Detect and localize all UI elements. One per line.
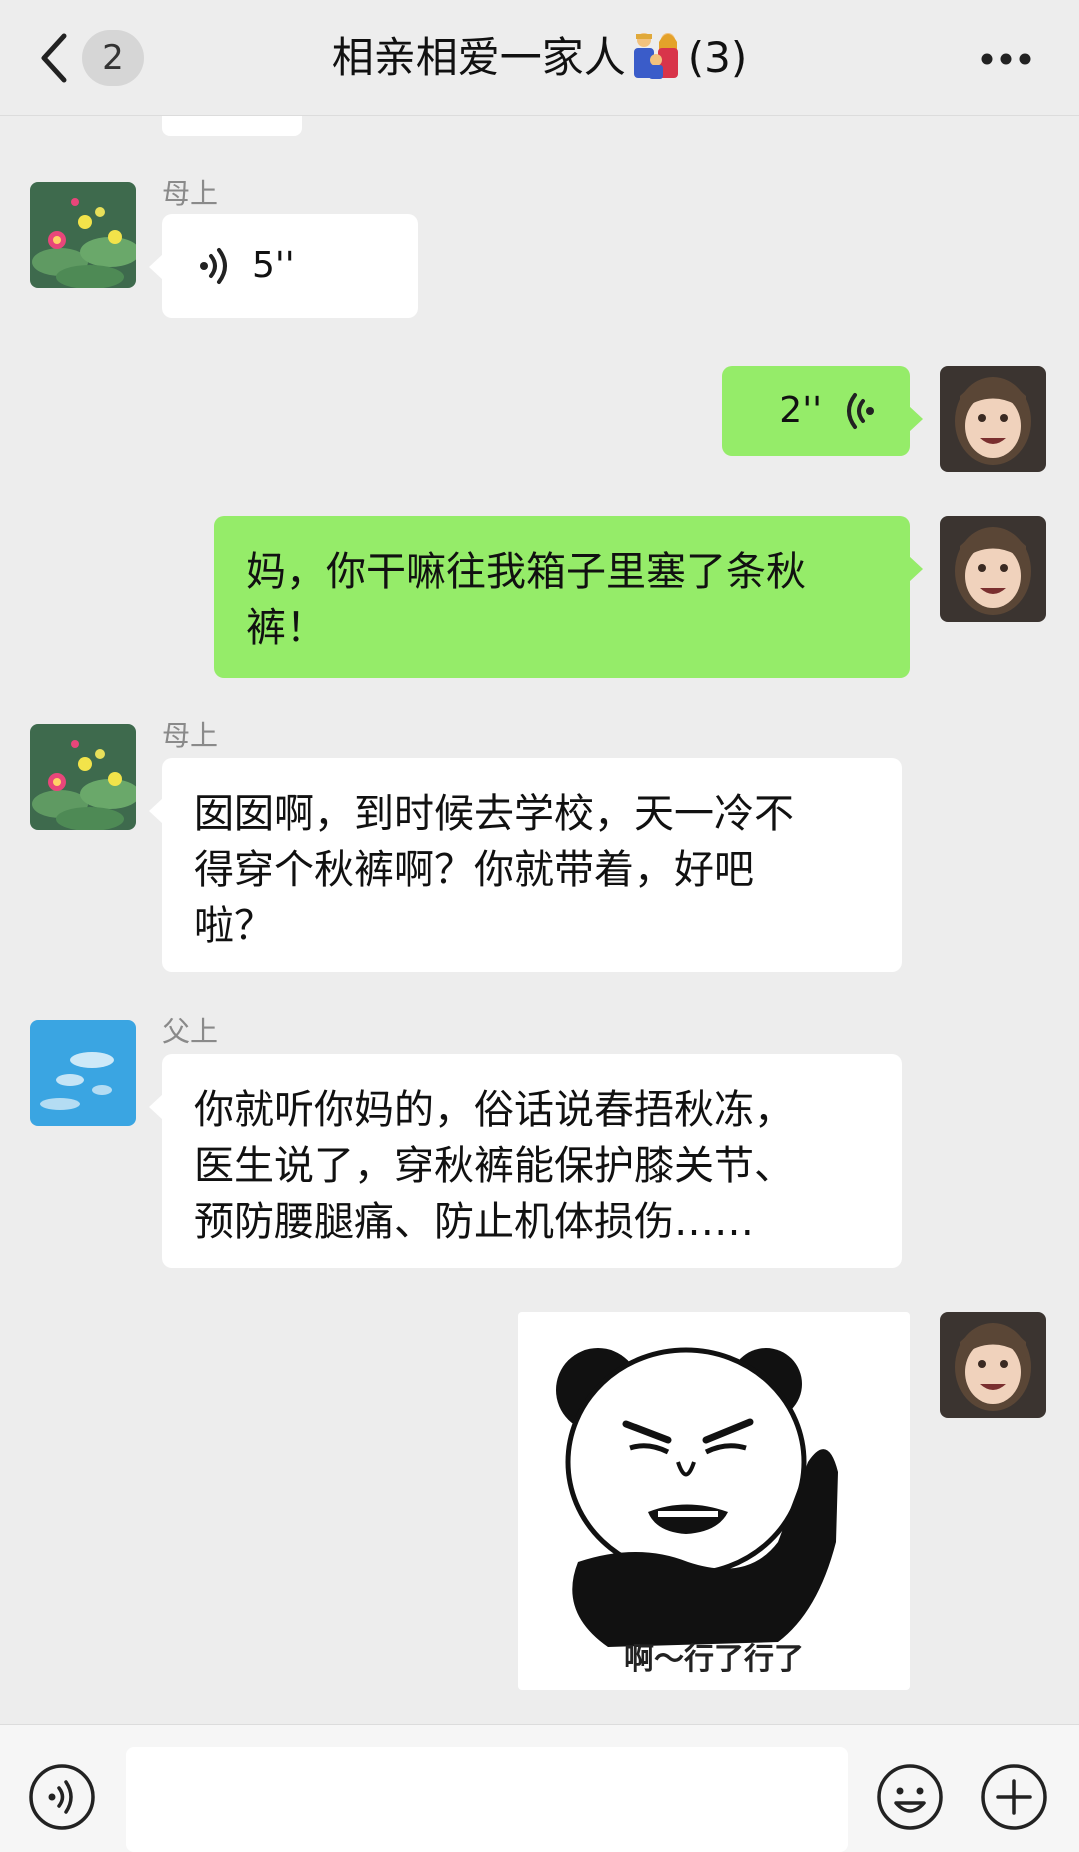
text-message-bubble[interactable]: 囡囡啊，到时候去学校，天一冷不 得穿个秋裤啊？你就带着，好吧 啦？ — [149, 758, 902, 972]
message-line: 囡囡啊，到时候去学校，天一冷不 — [194, 791, 794, 837]
message-line: 预防腰腿痛、防止机体损伤…… — [194, 1199, 754, 1245]
voice-icon[interactable] — [28, 1763, 96, 1831]
message-line: 得穿个秋裤啊？你就带着，好吧 — [194, 847, 754, 893]
avatar-father[interactable] — [30, 1020, 136, 1126]
child-avatar-image — [940, 1312, 1046, 1418]
chat-header: 2 相亲相爱一家人 (3) — [0, 0, 1079, 116]
avatar-mother[interactable] — [30, 182, 136, 288]
family-emoji-icon — [633, 33, 678, 79]
voice-wave-icon — [847, 393, 874, 429]
message-line: 妈，你干嘛往我箱子里塞了条秋 — [246, 549, 806, 595]
voice-message-bubble[interactable]: 5'' — [149, 214, 418, 318]
plus-icon[interactable] — [980, 1763, 1048, 1831]
child-avatar-image — [940, 516, 1046, 622]
message-line: 你就听你妈的，俗话说春捂秋冻， — [194, 1087, 794, 1133]
message-input[interactable] — [126, 1747, 848, 1852]
text-message-bubble[interactable]: 妈，你干嘛往我箱子里塞了条秋 裤！ — [214, 516, 923, 678]
more-icon[interactable] — [980, 52, 1032, 66]
voice-wave-icon — [200, 248, 227, 284]
avatar-mother[interactable] — [30, 724, 136, 830]
emoji-icon[interactable] — [876, 1763, 944, 1831]
voice-message-bubble[interactable]: 2'' — [722, 366, 923, 456]
avatar-me[interactable] — [940, 366, 1046, 472]
lotus-avatar-image — [30, 724, 136, 830]
message-line: 医生说了，穿秋裤能保护膝关节、 — [194, 1143, 794, 1189]
sender-name: 母上 — [162, 719, 219, 752]
avatar-me[interactable] — [940, 1312, 1046, 1418]
voice-duration: 2'' — [779, 390, 822, 431]
sky-avatar-image — [30, 1020, 136, 1126]
input-bar — [0, 1724, 1079, 1852]
sender-name: 父上 — [162, 1015, 219, 1048]
member-count: (3) — [687, 33, 748, 82]
message-line: 啦？ — [194, 903, 274, 949]
text-message-bubble[interactable]: 你就听你妈的，俗话说春捂秋冻， 医生说了，穿秋裤能保护膝关节、 预防腰腿痛、防止… — [149, 1054, 902, 1268]
voice-duration: 5'' — [252, 245, 295, 286]
previous-message-bubble — [162, 116, 302, 136]
chat-title-text: 相亲相爱一家人 — [331, 33, 626, 82]
chat-messages[interactable]: 母上 5'' 2'' 妈，你干嘛往我箱子里塞了条秋 裤！ 母上 囡囡啊，到时候去… — [0, 116, 1079, 1724]
avatar-me[interactable] — [940, 516, 1046, 622]
sticker-caption: 啊～行了行了 — [624, 1642, 804, 1677]
sender-name: 母上 — [162, 177, 219, 210]
sticker-message[interactable]: 啊～行了行了 — [518, 1312, 910, 1690]
chat-title: 相亲相爱一家人 (3) — [0, 28, 1079, 88]
message-line: 裤！ — [246, 605, 326, 651]
child-avatar-image — [940, 366, 1046, 472]
lotus-avatar-image — [30, 182, 136, 288]
